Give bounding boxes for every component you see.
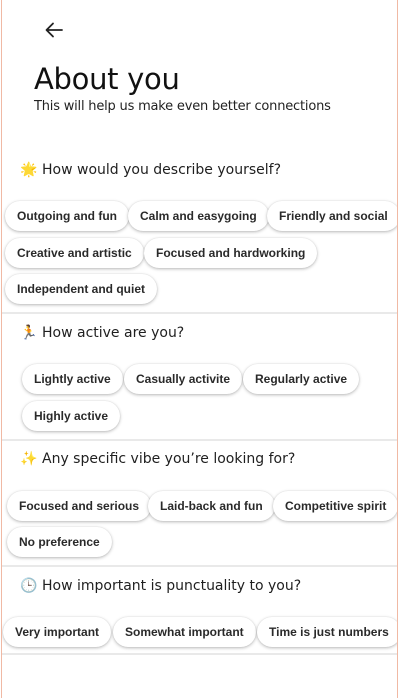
question-specific-vibe: ✨ Any specific vibe you’re looking for? xyxy=(20,451,295,467)
option-independent-and-quiet[interactable]: Independent and quiet xyxy=(5,274,157,304)
page-title: About you xyxy=(34,62,180,96)
question-label: How important is punctuality to you? xyxy=(42,578,302,594)
back-button[interactable] xyxy=(39,16,69,44)
option-friendly-and-social[interactable]: Friendly and social xyxy=(267,201,397,231)
section-divider xyxy=(2,439,397,441)
option-focused-and-serious[interactable]: Focused and serious xyxy=(7,491,152,521)
question-how-active: 🏃 How active are you? xyxy=(20,325,184,341)
option-calm-and-easygoing[interactable]: Calm and easygoing xyxy=(128,201,269,231)
page-subtitle: This will help us make even better conne… xyxy=(34,99,331,114)
arrow-left-icon xyxy=(45,22,63,38)
option-laid-back-and-fun[interactable]: Laid-back and fun xyxy=(148,491,275,521)
option-regularly-active[interactable]: Regularly active xyxy=(243,364,360,394)
question-label: Any specific vibe you’re looking for? xyxy=(42,451,296,467)
star-icon: 🌟 xyxy=(20,162,38,178)
section-divider xyxy=(2,565,397,567)
option-casually-active[interactable]: Casually activite xyxy=(124,364,243,394)
option-very-important[interactable]: Very important xyxy=(3,617,112,647)
option-outgoing-and-fun[interactable]: Outgoing and fun xyxy=(5,201,129,231)
clock-icon: 🕒 xyxy=(20,578,38,594)
question-label: How would you describe yourself? xyxy=(42,162,282,178)
runner-icon: 🏃 xyxy=(20,325,38,341)
option-no-preference[interactable]: No preference xyxy=(7,527,112,557)
question-label: How active are you? xyxy=(42,325,185,341)
question-punctuality: 🕒 How important is punctuality to you? xyxy=(20,578,301,594)
option-creative-and-artistic[interactable]: Creative and artistic xyxy=(5,238,144,268)
option-competitive-spirit[interactable]: Competitive spirit xyxy=(273,491,397,521)
section-divider xyxy=(2,312,397,314)
option-time-is-just-numbers[interactable]: Time is just numbers xyxy=(257,617,397,647)
option-somewhat-important[interactable]: Somewhat important xyxy=(113,617,256,647)
section-divider xyxy=(2,653,397,655)
sparkles-icon: ✨ xyxy=(20,451,38,467)
option-highly-active[interactable]: Highly active xyxy=(22,401,121,431)
option-focused-and-hardworking[interactable]: Focused and hardworking xyxy=(144,238,318,268)
screen: About you This will help us make even be… xyxy=(1,0,398,698)
question-describe-yourself: 🌟 How would you describe yourself? xyxy=(20,162,281,178)
option-lightly-active[interactable]: Lightly active xyxy=(22,364,123,394)
